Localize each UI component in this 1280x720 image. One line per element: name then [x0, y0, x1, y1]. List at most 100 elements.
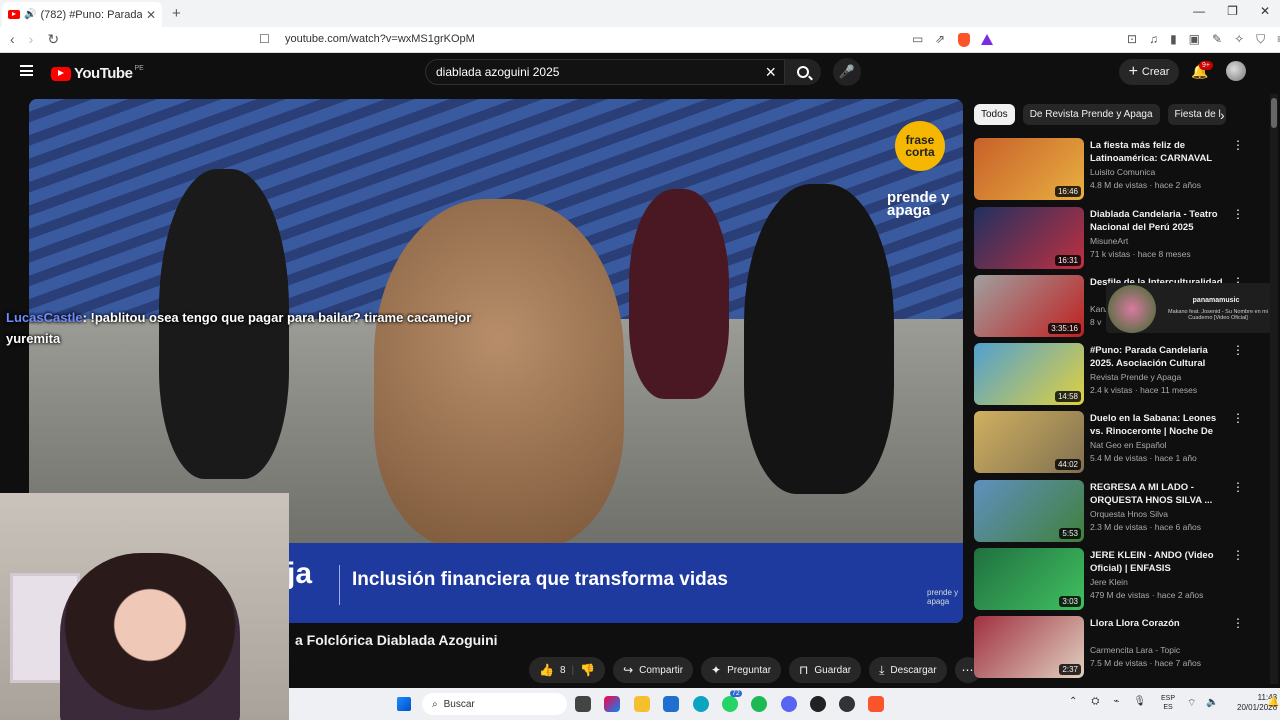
tray-network-icon[interactable]: ⌁ [1113, 696, 1119, 707]
forward-icon[interactable]: › [29, 31, 34, 48]
browser-tab-active[interactable]: 🔊 (782) #Puno: Parada Candelaria ✕ [2, 2, 162, 27]
screenshot-icon[interactable]: ⊡ [1127, 32, 1137, 47]
spotify-icon[interactable] [751, 696, 767, 712]
file-explorer-icon[interactable] [634, 696, 650, 712]
rec-thumbnail[interactable]: 16:46 [974, 138, 1084, 200]
brave-shield-icon[interactable] [958, 33, 970, 47]
rec-menu-icon[interactable]: ⋮ [1232, 207, 1244, 221]
page-scrollbar[interactable] [1270, 94, 1278, 684]
rec-menu-icon[interactable]: ⋮ [1232, 616, 1244, 630]
hamburger-menu-icon[interactable] [20, 65, 33, 76]
rewards-icon[interactable] [981, 34, 993, 45]
recommendation-item[interactable]: 3:03 JERE KLEIN - ANDO (Video Oficial) | … [974, 548, 1264, 612]
recommendation-item[interactable]: 16:46 La fiesta más feliz de Latinoaméric… [974, 138, 1264, 202]
copilot-icon[interactable] [604, 696, 620, 712]
save-button[interactable]: ⊓ Guardar [789, 657, 862, 683]
wallet-icon[interactable]: ▣ [1189, 32, 1200, 47]
whatsapp-icon[interactable] [722, 696, 738, 712]
rec-thumbnail[interactable]: 14:58 [974, 343, 1084, 405]
windows-start-icon[interactable] [397, 697, 411, 711]
rec-channel[interactable]: Luisito Comunica [1090, 167, 1155, 177]
sidebar-toggle-icon[interactable]: ▮ [1170, 32, 1177, 47]
discord-icon[interactable] [781, 696, 797, 712]
bookmark-icon[interactable]: ☐ [259, 32, 270, 46]
rec-thumbnail[interactable]: 16:31 [974, 207, 1084, 269]
rec-title[interactable]: #Puno: Parada Candelaria 2025. Asociació… [1090, 344, 1230, 370]
rec-thumbnail[interactable]: 44:02 [974, 411, 1084, 473]
chip-todos[interactable]: Todos [974, 104, 1015, 125]
tray-app-icon[interactable]: ⛭ [1091, 696, 1099, 707]
chip-channel[interactable]: De Revista Prende y Apaga [1022, 104, 1160, 125]
notification-center-icon[interactable]: 🔔 [1267, 697, 1279, 708]
volume-icon[interactable]: 🔈 [1206, 697, 1218, 708]
create-button[interactable]: + Crear [1119, 59, 1179, 85]
rec-channel[interactable]: Jere Klein [1090, 577, 1128, 587]
restore-icon[interactable]: ❐ [1227, 4, 1238, 18]
language-indicator[interactable]: ESP ES [1161, 694, 1175, 712]
scrollbar-thumb[interactable] [1271, 98, 1277, 128]
minimize-icon[interactable]: — [1193, 4, 1205, 18]
wifi-icon[interactable]: ⌔ [1187, 697, 1196, 710]
thumbs-down-icon[interactable]: 👎 [580, 663, 595, 677]
url-field[interactable]: youtube.com/watch?v=wxMS1grKOpM [285, 33, 475, 45]
mini-player-overlay[interactable]: panamamusic Makano feat. Josenid - Su No… [1106, 283, 1272, 333]
recommendation-item[interactable]: 44:02 Duelo en la Sabana: Leones vs. Rino… [974, 411, 1264, 475]
app-icon[interactable] [810, 696, 826, 712]
rec-title[interactable]: Llora Llora Corazón [1090, 617, 1230, 630]
task-view-icon[interactable] [575, 696, 591, 712]
rec-title[interactable]: La fiesta más feliz de Latinoamérica: CA… [1090, 139, 1230, 165]
rec-menu-icon[interactable]: ⋮ [1232, 138, 1244, 152]
rec-menu-icon[interactable]: ⋮ [1232, 343, 1244, 357]
search-button[interactable] [785, 59, 821, 85]
download-button[interactable]: ⤓ Descargar [869, 657, 947, 683]
recommendation-item[interactable]: 2:37 Llora Llora Corazón Carmencita Lara -… [974, 616, 1264, 680]
extensions-icon[interactable]: ✎ [1212, 32, 1222, 47]
rec-menu-icon[interactable]: ⋮ [1232, 548, 1244, 562]
clear-search-icon[interactable]: × [765, 62, 776, 83]
close-tab-icon[interactable]: ✕ [146, 8, 156, 22]
rec-menu-icon[interactable]: ⋮ [1232, 411, 1244, 425]
chip-fiesta[interactable]: Fiesta de l [1167, 104, 1226, 125]
rec-thumbnail[interactable]: 3:03 [974, 548, 1084, 610]
new-tab-icon[interactable]: + [172, 5, 181, 22]
rec-thumbnail[interactable]: 3:35:16 [974, 275, 1084, 337]
recommendation-item[interactable]: 14:58 #Puno: Parada Candelaria 2025. Asoc… [974, 343, 1264, 407]
reload-icon[interactable]: ↻ [47, 31, 59, 48]
rec-channel[interactable]: Carmencita Lara - Topic [1090, 645, 1180, 655]
speaker-icon[interactable]: 🔊 [24, 9, 36, 20]
account-avatar[interactable] [1226, 61, 1246, 81]
obs-icon[interactable] [839, 696, 855, 712]
voice-search-button[interactable]: 🎤 [833, 58, 861, 86]
search-input[interactable]: diablada azoguini 2025 × [425, 59, 785, 85]
rec-menu-icon[interactable]: ⋮ [1232, 480, 1244, 494]
recommendation-item[interactable]: 16:31 Diablada Candelaria - Teatro Nacion… [974, 207, 1264, 271]
recommendation-item[interactable]: 5:53 REGRESA A MI LADO - ORQUESTA HNOS SI… [974, 480, 1264, 544]
rec-channel[interactable]: MisuneArt [1090, 236, 1128, 246]
rec-channel[interactable]: Nat Geo en Español [1090, 440, 1167, 450]
media-icon[interactable]: ♫ [1149, 32, 1158, 47]
tray-chevron-icon[interactable]: ⌃ [1069, 696, 1077, 707]
vpn-icon[interactable]: ⛉ [1256, 32, 1265, 47]
share-page-icon[interactable]: ⇗ [935, 32, 945, 46]
ask-button[interactable]: ✦ Preguntar [701, 657, 782, 683]
rec-title[interactable]: JERE KLEIN - ANDO (Video Oficial) | ENFA… [1090, 549, 1230, 575]
brave-taskbar-icon[interactable] [868, 696, 884, 712]
rec-title[interactable]: Duelo en la Sabana: Leones vs. Rinoceron… [1090, 412, 1230, 438]
edge-icon[interactable] [693, 696, 709, 712]
rec-title[interactable]: Diablada Candelaria - Teatro Nacional de… [1090, 208, 1230, 234]
share-button[interactable]: ↪ Compartir [613, 657, 694, 683]
chevron-right-icon[interactable]: › [1220, 107, 1225, 123]
back-icon[interactable]: ‹ [10, 31, 15, 48]
rec-channel[interactable]: Orquesta Hnos Silva [1090, 509, 1168, 519]
rec-title[interactable]: REGRESA A MI LADO - ORQUESTA HNOS SILVA … [1090, 481, 1230, 507]
ai-icon[interactable]: ✧ [1234, 32, 1244, 47]
tray-mic-icon[interactable]: 🎙 [1133, 696, 1146, 707]
rec-thumbnail[interactable]: 5:53 [974, 480, 1084, 542]
rec-channel[interactable]: Revista Prende y Apaga [1090, 372, 1181, 382]
close-window-icon[interactable]: ✕ [1260, 4, 1270, 18]
store-icon[interactable] [663, 696, 679, 712]
cast-icon[interactable]: ▭ [912, 32, 923, 46]
like-button[interactable]: 👍 8 | 👎 [529, 657, 606, 683]
youtube-logo[interactable]: YouTube PE [51, 65, 144, 82]
taskbar-search[interactable]: ⌕ Buscar [422, 693, 567, 715]
